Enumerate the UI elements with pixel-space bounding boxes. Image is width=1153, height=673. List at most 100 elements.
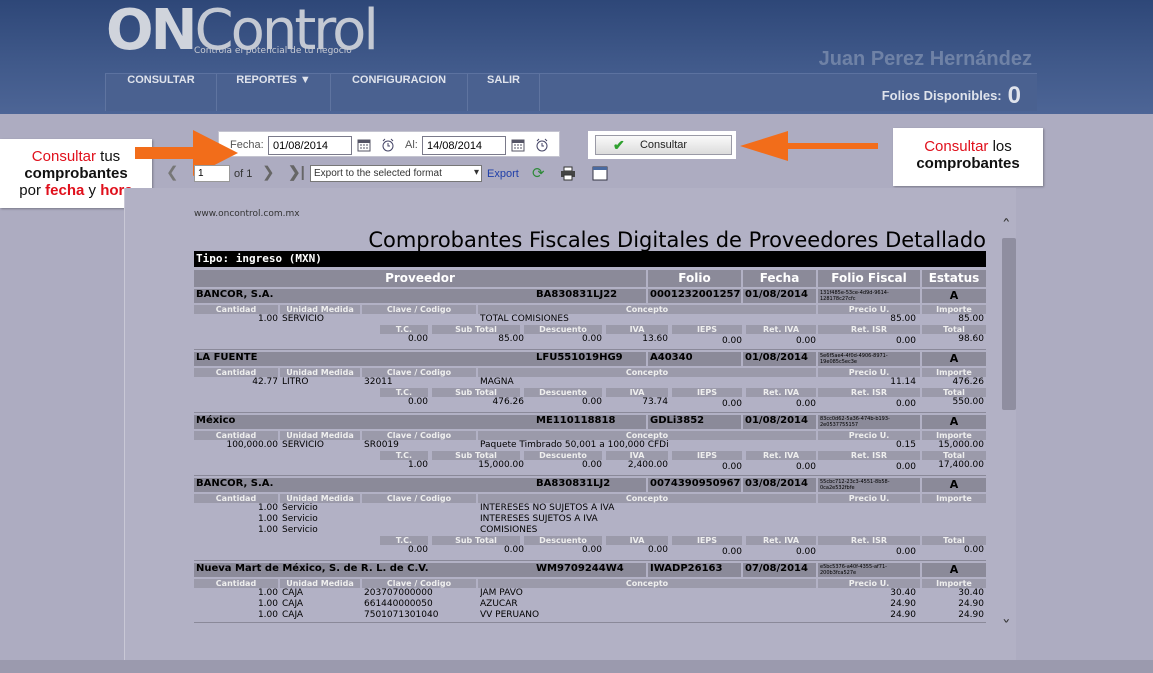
subheader: Unidad Medida <box>280 305 360 314</box>
clock-icon[interactable] <box>381 138 395 152</box>
unidad-medida: Servicio <box>282 503 318 513</box>
concepto: INTERESES NO SUJETOS A IVA <box>480 503 615 513</box>
total-value: 2,400.00 <box>627 460 668 470</box>
total-value: 0.00 <box>795 547 816 557</box>
scrollbar[interactable]: ˄ ˅ <box>1000 212 1017 642</box>
clave <box>364 514 476 525</box>
nav-consultar[interactable]: CONSULTAR <box>105 74 217 111</box>
scroll-thumb[interactable] <box>1002 238 1016 410</box>
folio-fiscal: e5bc5376-a40f-4355-af71-200b3fca527e <box>818 563 920 577</box>
nav-salir[interactable]: SALIR <box>468 74 540 111</box>
export-format-value: Export to the selected format <box>314 168 442 179</box>
subheader: Total <box>922 451 986 460</box>
calendar-icon[interactable] <box>357 138 371 152</box>
total-value: 0.00 <box>581 334 602 344</box>
clave: 661440000050 <box>364 599 433 609</box>
callout-right: Consultar los comprobantes <box>893 128 1043 186</box>
total-value: 0.00 <box>795 399 816 409</box>
folios-disponibles: Folios Disponibles: 0 <box>882 82 1021 110</box>
provider-rfc: LFU551019HG9 <box>536 352 623 363</box>
total-value: 0.00 <box>721 462 742 472</box>
page-layout-icon[interactable] <box>592 166 608 181</box>
row-separator <box>194 349 986 350</box>
concepto: AZUCAR <box>480 599 518 609</box>
folio: IWADP26163 <box>648 563 741 577</box>
scroll-down-icon[interactable]: ˅ <box>1002 619 1011 634</box>
subheader: Sub Total <box>432 536 520 545</box>
subheader: Ret. IVA <box>746 325 816 334</box>
subheader: Clave / Codigo <box>362 368 476 377</box>
subheader: Precio U. <box>818 494 920 503</box>
scroll-up-icon[interactable]: ˄ <box>1002 218 1011 233</box>
unidad-medida: CAJA <box>282 599 304 609</box>
refresh-icon[interactable]: ⟳ <box>532 164 545 182</box>
total-value: 85.00 <box>498 334 524 344</box>
concepto: JAM PAVO <box>480 588 523 598</box>
callout-left-red: Consultar <box>31 148 96 165</box>
fecha-desde-input[interactable] <box>268 136 352 155</box>
folio: 0074390950967856 <box>648 478 741 492</box>
subheader: Precio U. <box>818 368 920 377</box>
subheader: Concepto <box>478 305 816 314</box>
calendar-icon[interactable] <box>511 138 525 152</box>
subheader: Ret. ISR <box>818 536 920 545</box>
nav-configuracion[interactable]: CONFIGURACION <box>331 74 468 111</box>
user-name: Juan Perez Hernández <box>818 48 1032 70</box>
export-format-select[interactable]: Export to the selected format ▾ <box>310 165 482 182</box>
concepto: Paquete Timbrado 50,001 a 100,000 CFDi <box>480 440 669 450</box>
nav-reportes[interactable]: REPORTES ▼ <box>217 74 331 111</box>
cantidad: 1.00 <box>257 588 278 598</box>
total-value: 0.00 <box>895 336 916 346</box>
row-separator <box>194 622 986 623</box>
column-header: Fecha <box>743 270 816 287</box>
column-header: Estatus <box>922 270 986 287</box>
callout-right-red: Consultar <box>924 138 989 155</box>
folio: A40340 <box>648 352 741 366</box>
estatus: A <box>922 415 986 429</box>
subheader: Precio U. <box>818 579 920 588</box>
subheader: Sub Total <box>432 325 520 334</box>
subheader: T.C. <box>380 388 428 397</box>
total-value: 0.00 <box>721 547 742 557</box>
print-icon[interactable] <box>560 166 576 181</box>
subheader: Descuento <box>524 536 602 545</box>
folio-fiscal: 55cbc712-23c3-4551-8b58-0ca2e532fbfe <box>818 478 920 492</box>
page-number-input[interactable] <box>194 165 230 182</box>
importe: 24.90 <box>958 599 984 609</box>
folio-fiscal: 131f485e-53ce-4d9d-9614-128178c27cfc <box>818 289 920 303</box>
row-separator <box>194 560 986 561</box>
callout-left-text: tus <box>96 148 121 165</box>
subheader: Sub Total <box>432 451 520 460</box>
subheader: Clave / Codigo <box>362 305 476 314</box>
fecha-hasta-input[interactable] <box>422 136 506 155</box>
provider-rfc: BA830831LJ22 <box>536 289 618 300</box>
importe: 30.40 <box>958 588 984 598</box>
last-page-icon[interactable]: ❯| <box>288 163 305 181</box>
date-filter: Fecha: Al: <box>218 131 560 157</box>
total-value: 0.00 <box>795 336 816 346</box>
clock-icon[interactable] <box>535 138 549 152</box>
prev-page-icon[interactable]: ❮ <box>166 163 179 181</box>
precio-unitario <box>818 525 916 536</box>
subheader: Total <box>922 388 986 397</box>
export-link[interactable]: Export <box>487 168 519 180</box>
next-page-icon[interactable]: ❯ <box>262 163 275 181</box>
cantidad: 1.00 <box>257 503 278 513</box>
subheader: IEPS <box>672 536 742 545</box>
subheader: Clave / Codigo <box>362 431 476 440</box>
main-nav: CONSULTAR REPORTES ▼ CONFIGURACION SALIR… <box>105 73 1037 111</box>
subheader: Importe <box>922 579 986 588</box>
consultar-panel: ✔ Consultar <box>588 131 736 159</box>
precio-unitario: 0.15 <box>895 440 916 450</box>
consultar-button[interactable]: ✔ Consultar <box>595 135 732 155</box>
precio-unitario <box>818 514 916 525</box>
estatus: A <box>922 289 986 303</box>
cantidad: 1.00 <box>257 514 278 524</box>
subheader: Concepto <box>478 368 816 377</box>
report-url: www.oncontrol.com.mx <box>194 209 300 219</box>
total-value: 0.00 <box>581 460 602 470</box>
tipo-bar: Tipo: ingreso (MXN) <box>194 251 986 267</box>
check-icon: ✔ <box>613 137 625 153</box>
total-value: 0.00 <box>721 336 742 346</box>
total-value: 0.00 <box>895 547 916 557</box>
